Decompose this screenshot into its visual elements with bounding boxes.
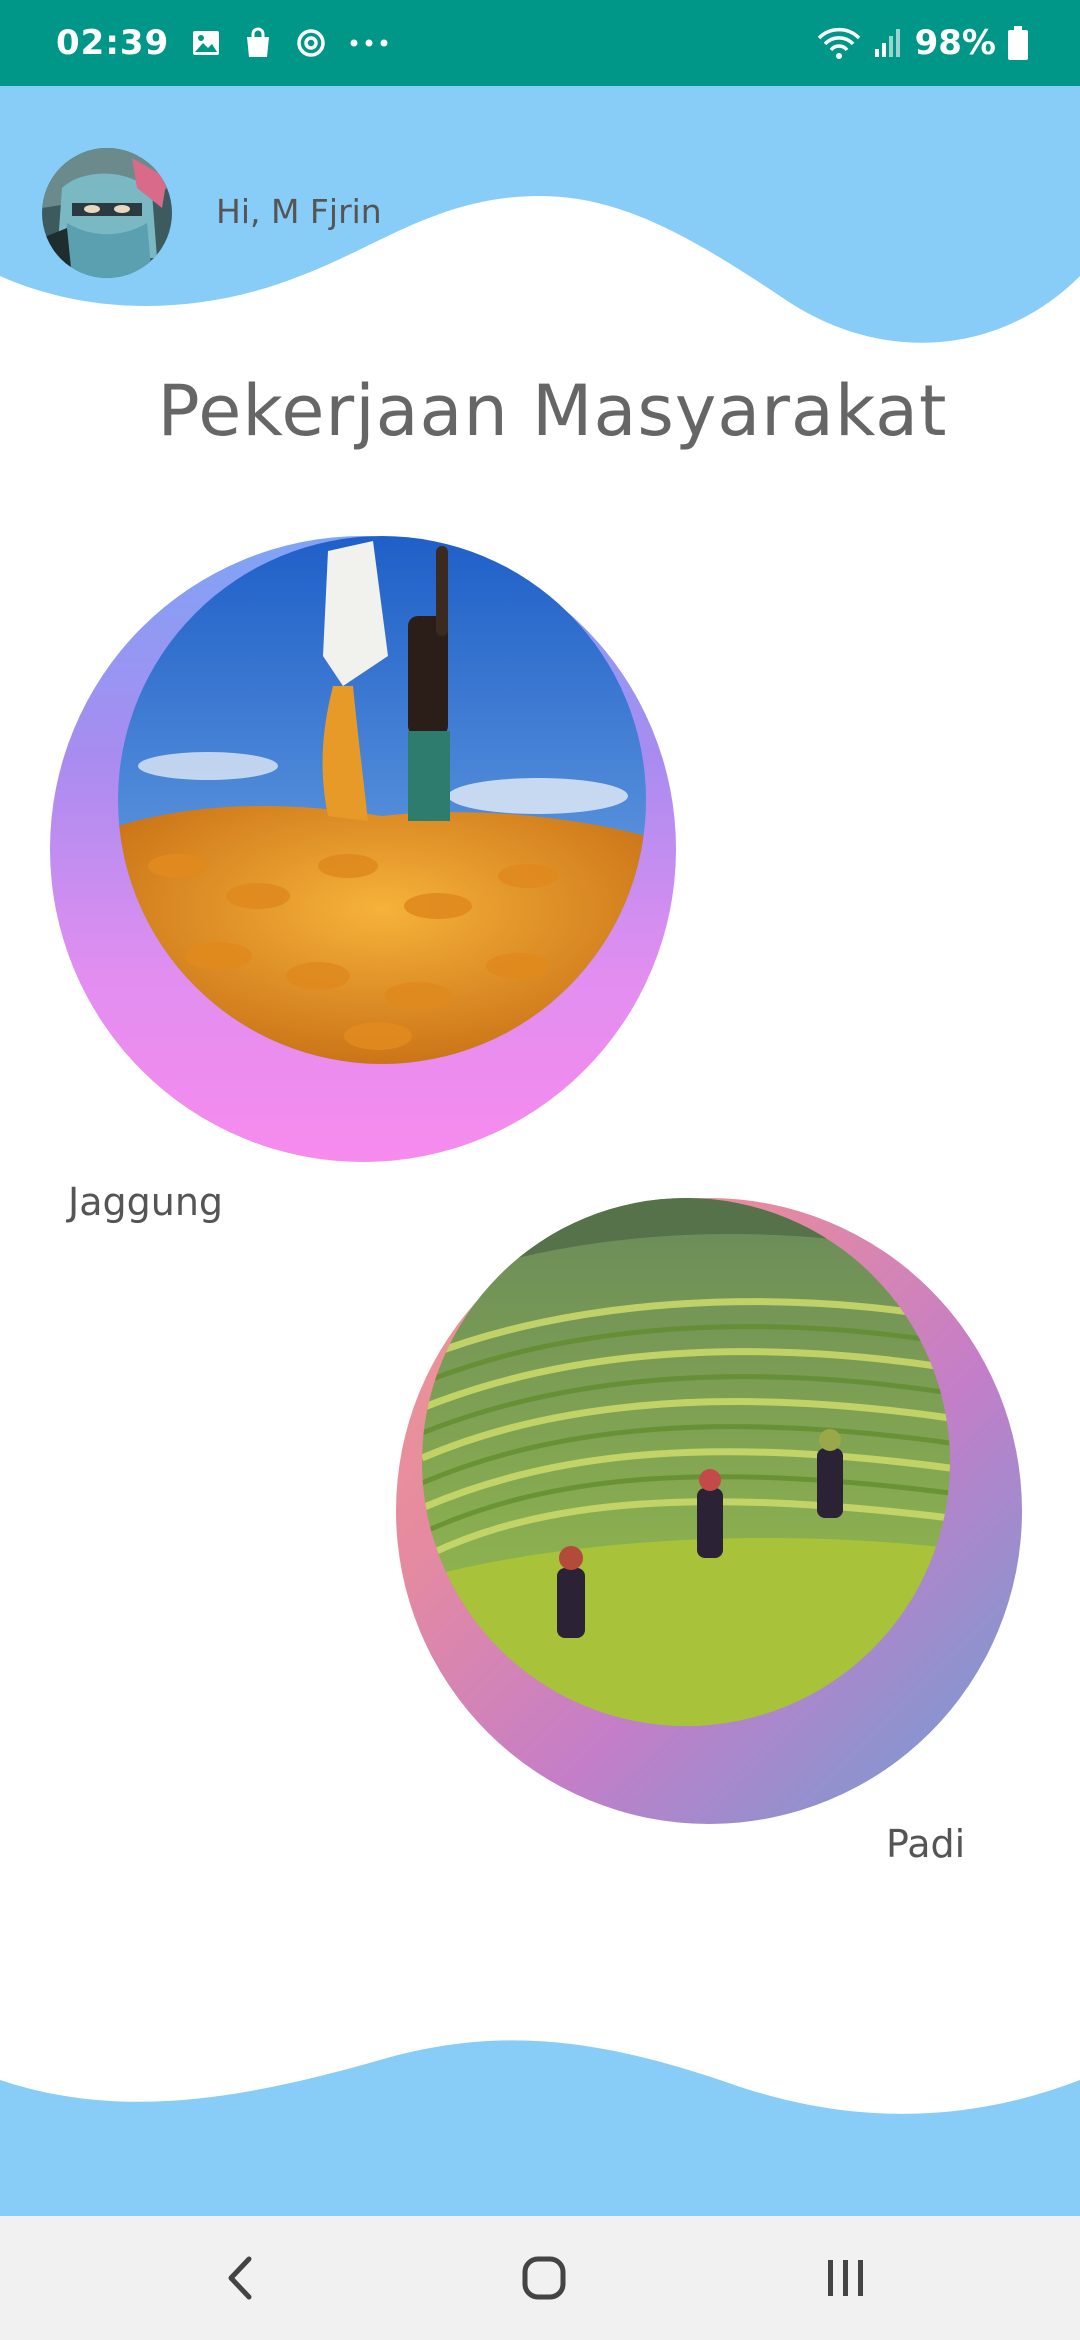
shopping-bag-icon [243, 27, 273, 59]
more-dots-icon [349, 38, 389, 48]
card-label-padi: Padi [886, 1822, 966, 1866]
rice-terrace-photo[interactable] [422, 1198, 950, 1726]
sync-icon [295, 27, 327, 59]
greeting-text: Hi, M Fjrin [216, 192, 382, 231]
back-icon [228, 2256, 252, 2300]
status-time: 02:39 [56, 23, 170, 63]
page-title: Pekerjaan Masyarakat [157, 370, 948, 452]
signal-icon [873, 27, 903, 59]
corn-harvest-photo[interactable] [118, 536, 646, 1064]
home-icon [522, 2256, 566, 2300]
back-button[interactable] [180, 2216, 300, 2340]
recent-apps-icon [828, 2260, 863, 2296]
status-left: 02:39 [56, 0, 389, 86]
recent-apps-button[interactable] [786, 2216, 906, 2340]
status-bar: 02:39 98% [0, 0, 1080, 86]
battery-percentage: 98% [914, 23, 996, 63]
image-icon [191, 28, 221, 58]
status-right: 98% [817, 0, 1028, 86]
wifi-icon [817, 26, 861, 60]
navigation-bar [0, 2216, 1080, 2340]
home-button[interactable] [484, 2216, 604, 2340]
footer-wave [0, 2040, 1080, 2216]
battery-icon [1008, 26, 1028, 60]
avatar[interactable] [42, 148, 172, 278]
card-label-jagung: Jaggung [68, 1180, 224, 1224]
